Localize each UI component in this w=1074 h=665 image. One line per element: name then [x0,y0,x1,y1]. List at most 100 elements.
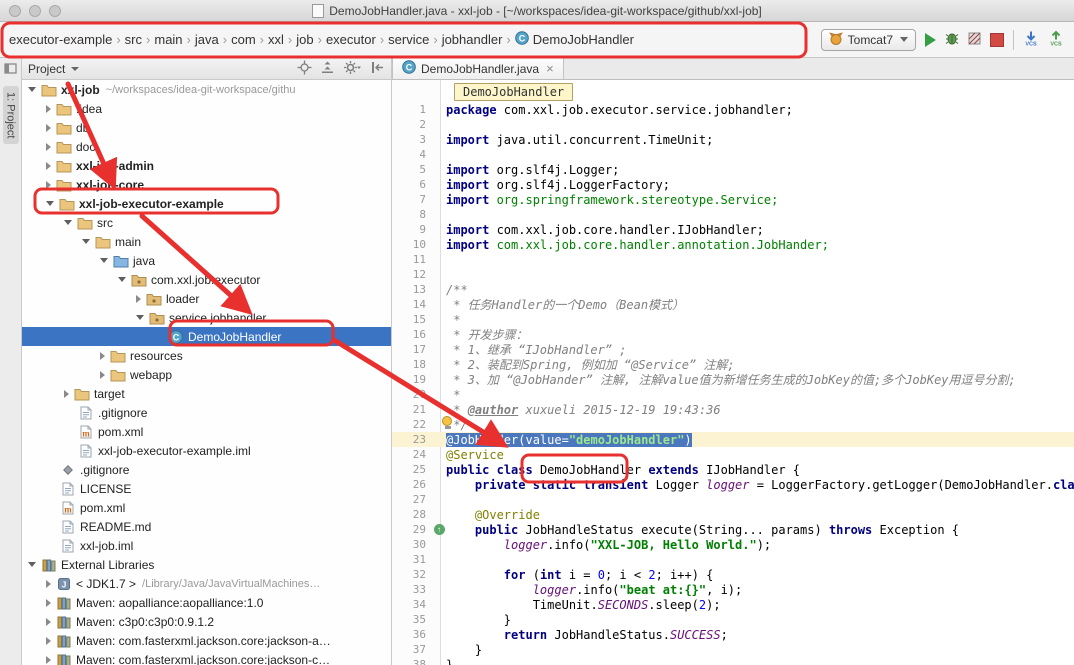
tree-item-< JDK1.7 >[interactable]: J< JDK1.7 >/Library/Java/JavaVirtualMach… [22,574,391,593]
tree-item-Maven: com.fasterxml.jackson.core:jackson-c…[interactable]: Maven: com.fasterxml.jackson.core:jackso… [22,650,391,665]
breadcrumb-item-executor-example[interactable]: executor-example [6,30,115,49]
tree-item-doc[interactable]: doc [22,137,391,156]
code-line-22[interactable]: 22 */ [392,417,1074,432]
line-number[interactable]: 5 [392,163,432,176]
code-line-28[interactable]: 28 @Override [392,507,1074,522]
expand-arrow-icon[interactable] [46,599,51,607]
code-line-21[interactable]: 21 * @author xuxueli 2015-12-19 19:43:36 [392,402,1074,417]
code-line-27[interactable]: 27 [392,492,1074,507]
line-number[interactable]: 20 [392,388,432,401]
code-line-16[interactable]: 16 * 开发步骤： [392,327,1074,342]
line-number[interactable]: 7 [392,193,432,206]
tree-item-.idea[interactable]: .idea [22,99,391,118]
code-line-35[interactable]: 35 } [392,612,1074,627]
line-number[interactable]: 37 [392,643,432,656]
code-line-32[interactable]: 32 for (int i = 0; i < 2; i++) { [392,567,1074,582]
line-number[interactable]: 14 [392,298,432,311]
breadcrumb-item-xxl[interactable]: xxl [265,30,287,49]
code-line-10[interactable]: 10import com.xxl.job.core.handler.annota… [392,237,1074,252]
tree-item-main[interactable]: main [22,232,391,251]
code-line-20[interactable]: 20 * [392,387,1074,402]
tree-item-Maven: c3p0:c3p0:0.9.1.2[interactable]: Maven: c3p0:c3p0:0.9.1.2 [22,612,391,631]
collapse-arrow-icon[interactable] [28,87,36,92]
tree-item-External Libraries[interactable]: External Libraries [22,555,391,574]
tree-item-Maven: aopalliance:aopalliance:1.0[interactable]: Maven: aopalliance:aopalliance:1.0 [22,593,391,612]
project-stripe-button[interactable]: 1: Project [3,86,19,144]
code-line-2[interactable]: 2 [392,117,1074,132]
line-number[interactable]: 15 [392,313,432,326]
line-number[interactable]: 16 [392,328,432,341]
line-number[interactable]: 24 [392,448,432,461]
breadcrumb-item-java[interactable]: java [192,30,222,49]
line-number[interactable]: 2 [392,118,432,131]
breadcrumb-item-main[interactable]: main [151,30,185,49]
override-marker-icon[interactable]: ↑ [434,524,445,535]
tree-item-java[interactable]: java [22,251,391,270]
tree-item-pom.xml[interactable]: mpom.xml [22,498,391,517]
intention-bulb-icon[interactable] [442,416,454,430]
tree-item-Maven: com.fasterxml.jackson.core:jackson-a…[interactable]: Maven: com.fasterxml.jackson.core:jackso… [22,631,391,650]
breadcrumb-item-jobhandler[interactable]: jobhandler [439,30,506,49]
line-number[interactable]: 29 [392,523,432,536]
line-number[interactable]: 13 [392,283,432,296]
line-number[interactable]: 12 [392,268,432,281]
code-line-18[interactable]: 18 * 2、装配到Spring, 例如加 “@Service” 注解; [392,357,1074,372]
collapse-arrow-icon[interactable] [118,277,126,282]
collapse-arrow-icon[interactable] [28,562,36,567]
code-line-13[interactable]: 13/** [392,282,1074,297]
zoom-window-button[interactable] [49,5,61,17]
expand-arrow-icon[interactable] [46,143,51,151]
code-line-25[interactable]: 25public class DemoJobHandler extends IJ… [392,462,1074,477]
code-line-17[interactable]: 17 * 1、继承 “IJobHandler” ; [392,342,1074,357]
code-line-38[interactable]: 38} [392,657,1074,665]
line-number[interactable]: 4 [392,148,432,161]
code-line-34[interactable]: 34 TimeUnit.SECONDS.sleep(2); [392,597,1074,612]
line-number[interactable]: 33 [392,583,432,596]
expand-arrow-icon[interactable] [136,295,141,303]
line-number[interactable]: 11 [392,253,432,266]
line-number[interactable]: 36 [392,628,432,641]
gear-icon[interactable] [343,60,362,78]
line-number[interactable]: 19 [392,373,432,386]
chevron-down-icon[interactable] [71,67,79,71]
run-configuration-select[interactable]: Tomcat7 [821,29,916,51]
tree-item-xxl-job-executor-example.iml[interactable]: xxl-job-executor-example.iml [22,441,391,460]
line-number[interactable]: 35 [392,613,432,626]
breadcrumb-item-com[interactable]: com [228,30,259,49]
line-number[interactable]: 18 [392,358,432,371]
code-line-11[interactable]: 11 [392,252,1074,267]
code-line-31[interactable]: 31 [392,552,1074,567]
expand-arrow-icon[interactable] [46,162,51,170]
tree-item-db[interactable]: db [22,118,391,137]
minimize-window-button[interactable] [29,5,41,17]
line-number[interactable]: 31 [392,553,432,566]
line-number[interactable]: 10 [392,238,432,251]
vcs-update-button[interactable]: VCS [1023,30,1039,49]
coverage-button[interactable] [968,32,981,48]
tree-item-loader[interactable]: loader [22,289,391,308]
line-number[interactable]: 28 [392,508,432,521]
tree-item-xxl-job-core[interactable]: xxl-job-core [22,175,391,194]
code-line-14[interactable]: 14 * 任务Handler的一个Demo（Bean模式） [392,297,1074,312]
tree-item-.gitignore[interactable]: .gitignore [22,460,391,479]
breadcrumb-item-service[interactable]: service [385,30,432,49]
hide-panel-icon[interactable] [370,60,385,78]
expand-arrow-icon[interactable] [46,181,51,189]
breadcrumb-item-src[interactable]: src [122,30,145,49]
vcs-commit-button[interactable]: VCS [1048,30,1064,49]
code-line-4[interactable]: 4 [392,147,1074,162]
tab-demojobhandler[interactable]: C DemoJobHandler.java × [392,58,564,79]
class-name-pill[interactable]: DemoJobHandler [454,83,573,101]
code-line-7[interactable]: 7import org.springframework.stereotype.S… [392,192,1074,207]
tree-item-target[interactable]: target [22,384,391,403]
expand-arrow-icon[interactable] [46,124,51,132]
code-line-12[interactable]: 12 [392,267,1074,282]
line-number[interactable]: 6 [392,178,432,191]
line-number[interactable]: 27 [392,493,432,506]
close-window-button[interactable] [9,5,21,17]
tree-item-xxl-job[interactable]: xxl-job~/workspaces/idea-git-workspace/g… [22,80,391,99]
line-number[interactable]: 32 [392,568,432,581]
code-line-15[interactable]: 15 * [392,312,1074,327]
collapse-arrow-icon[interactable] [100,258,108,263]
line-number[interactable]: 25 [392,463,432,476]
